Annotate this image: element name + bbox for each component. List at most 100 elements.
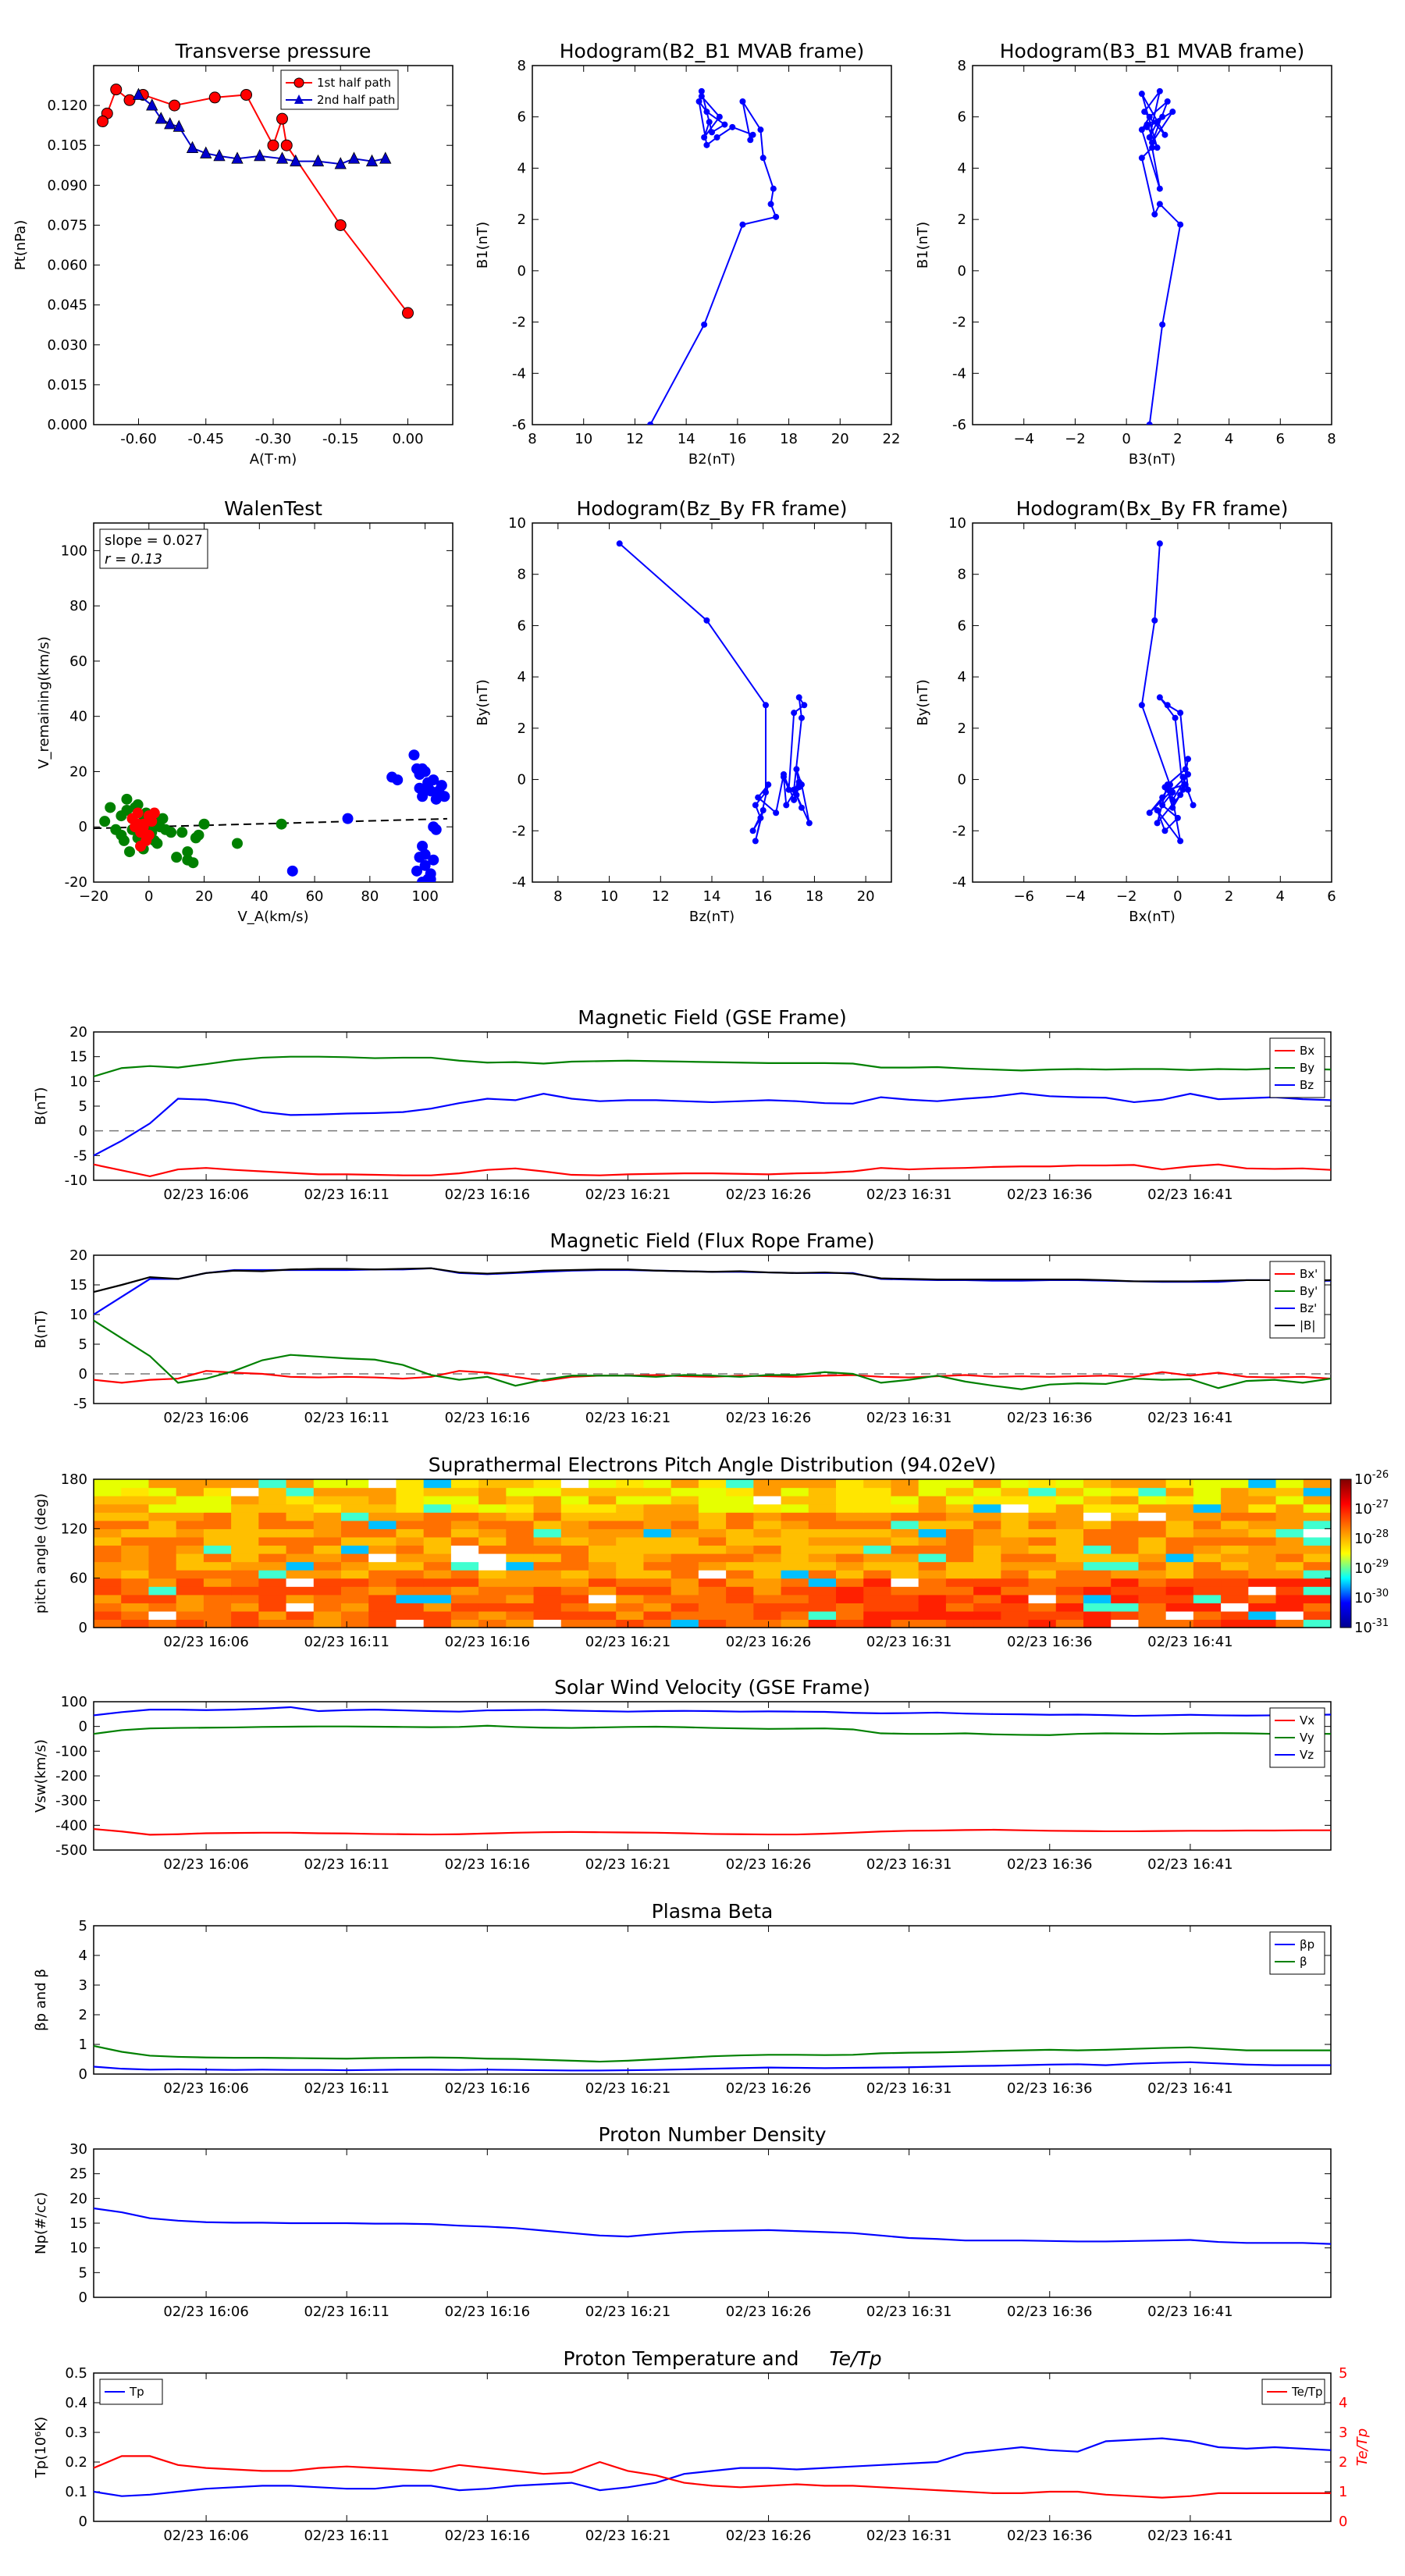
heatmap-cell	[1028, 1570, 1057, 1579]
heatmap-cell	[1165, 1619, 1194, 1628]
heatmap-cell	[231, 1545, 259, 1554]
heatmap-cell	[176, 1536, 205, 1546]
x-tick-label: 02/23 16:16	[445, 1856, 530, 1873]
x-tick-label: 02/23 16:41	[1147, 2528, 1232, 2544]
x-tick-label: 02/23 16:06	[163, 2528, 248, 2544]
heatmap-cell	[1083, 1545, 1112, 1554]
data-point	[791, 786, 798, 793]
heatmap-cell	[836, 1536, 864, 1546]
heatmap-cell	[670, 1553, 699, 1563]
data-point	[1159, 113, 1166, 120]
heatmap-cell	[726, 1603, 754, 1612]
heatmap-cell	[148, 1487, 177, 1496]
y-tick-label: 0	[79, 2514, 87, 2530]
heatmap-cell	[203, 1594, 232, 1603]
heatmap-cell	[506, 1603, 535, 1612]
heatmap-cell	[726, 1594, 754, 1603]
data-point	[709, 129, 715, 136]
y-tick-label: 0.060	[47, 258, 87, 274]
heatmap-cell	[1111, 1561, 1140, 1571]
data-point	[97, 116, 108, 128]
plot-area	[1138, 540, 1197, 845]
data-point	[190, 832, 201, 844]
heatmap-cell	[341, 1479, 369, 1489]
y-tick-label: -6	[952, 417, 966, 433]
heatmap-cell	[286, 1561, 315, 1571]
heatmap-cell	[670, 1586, 699, 1596]
x-tick-label: 16	[754, 888, 772, 905]
heatmap-cell	[973, 1487, 1001, 1496]
heatmap-cell	[450, 1479, 479, 1489]
heatmap-cell	[1083, 1520, 1112, 1529]
heatmap-cell	[478, 1503, 507, 1513]
heatmap-cell	[753, 1528, 782, 1538]
heatmap-cell	[313, 1570, 342, 1579]
heatmap-cell	[423, 1553, 452, 1563]
heatmap-cell	[808, 1487, 837, 1496]
heatmap-cell	[1165, 1578, 1194, 1587]
data-point	[783, 802, 790, 809]
x-tick-label: 02/23 16:21	[585, 1187, 670, 1203]
heatmap-cell	[918, 1570, 947, 1579]
heatmap-cell	[313, 1603, 342, 1612]
data-point	[647, 422, 654, 425]
heatmap-cell	[148, 1561, 177, 1571]
chart-title: Plasma Beta	[652, 1900, 774, 1923]
heatmap-cell	[1001, 1561, 1030, 1571]
heatmap-cell	[1275, 1570, 1304, 1579]
x-tick-label: 20	[195, 888, 213, 905]
heatmap-cell	[1193, 1503, 1222, 1513]
heatmap-cell	[918, 1586, 947, 1596]
heatmap-cell	[423, 1528, 452, 1538]
heatmap-cell	[258, 1536, 287, 1546]
heatmap-cell	[1165, 1561, 1194, 1571]
y-tick-label: -2	[512, 315, 526, 331]
legend-label: Bx	[1300, 1044, 1314, 1058]
data-point	[436, 780, 447, 792]
heatmap-cell	[808, 1561, 837, 1571]
heatmap-cell	[1303, 1496, 1332, 1505]
heatmap-cell	[1138, 1479, 1167, 1489]
heatmap-cell	[341, 1619, 369, 1628]
heatmap-cell	[1193, 1603, 1222, 1612]
heatmap-cell	[1221, 1610, 1249, 1621]
plot-area	[97, 84, 414, 319]
heatmap-cell	[781, 1520, 809, 1529]
y-tick-label: 10	[69, 2240, 87, 2257]
heatmap-cell	[478, 1545, 507, 1554]
data-point	[286, 865, 298, 877]
heatmap-cell	[1221, 1619, 1249, 1628]
heatmap-cell	[286, 1586, 315, 1596]
x-tick-label: 02/23 16:36	[1007, 2080, 1092, 2097]
heatmap-cell	[1165, 1553, 1194, 1563]
heatmap-cell	[616, 1578, 645, 1587]
heatmap-cell	[176, 1553, 205, 1563]
heatmap-cell	[1001, 1503, 1030, 1513]
data-point	[721, 121, 728, 128]
heatmap-cell	[94, 1528, 122, 1538]
heatmap-cell	[231, 1503, 259, 1513]
heatmap-cell	[808, 1520, 837, 1529]
heatmap-cell	[891, 1512, 919, 1521]
y-tick-label: 180	[61, 1471, 87, 1488]
heatmap-cell	[396, 1503, 425, 1513]
heatmap-cell	[808, 1619, 837, 1628]
x-tick-label: 02/23 16:26	[726, 1187, 811, 1203]
heatmap-cell	[313, 1503, 342, 1513]
heatmap-cell	[1083, 1496, 1112, 1505]
y-tick-label: 20	[69, 1024, 87, 1041]
axes-frame	[532, 65, 892, 425]
heatmap-cell	[121, 1570, 150, 1579]
x-tick-label: 02/23 16:31	[866, 1187, 951, 1203]
heatmap-cell	[1028, 1603, 1057, 1612]
heatmap-cell	[560, 1496, 589, 1505]
x-tick-label: -0.45	[187, 431, 224, 447]
heatmap-cell	[450, 1487, 479, 1496]
heatmap-cell	[1303, 1619, 1332, 1628]
x-tick-label: 02/23 16:21	[585, 1410, 670, 1426]
heatmap-cell	[368, 1603, 397, 1612]
data-point	[148, 807, 160, 819]
heatmap-cell	[258, 1578, 287, 1587]
heatmap-cell	[533, 1603, 562, 1612]
axes-frame	[93, 1701, 1332, 1851]
